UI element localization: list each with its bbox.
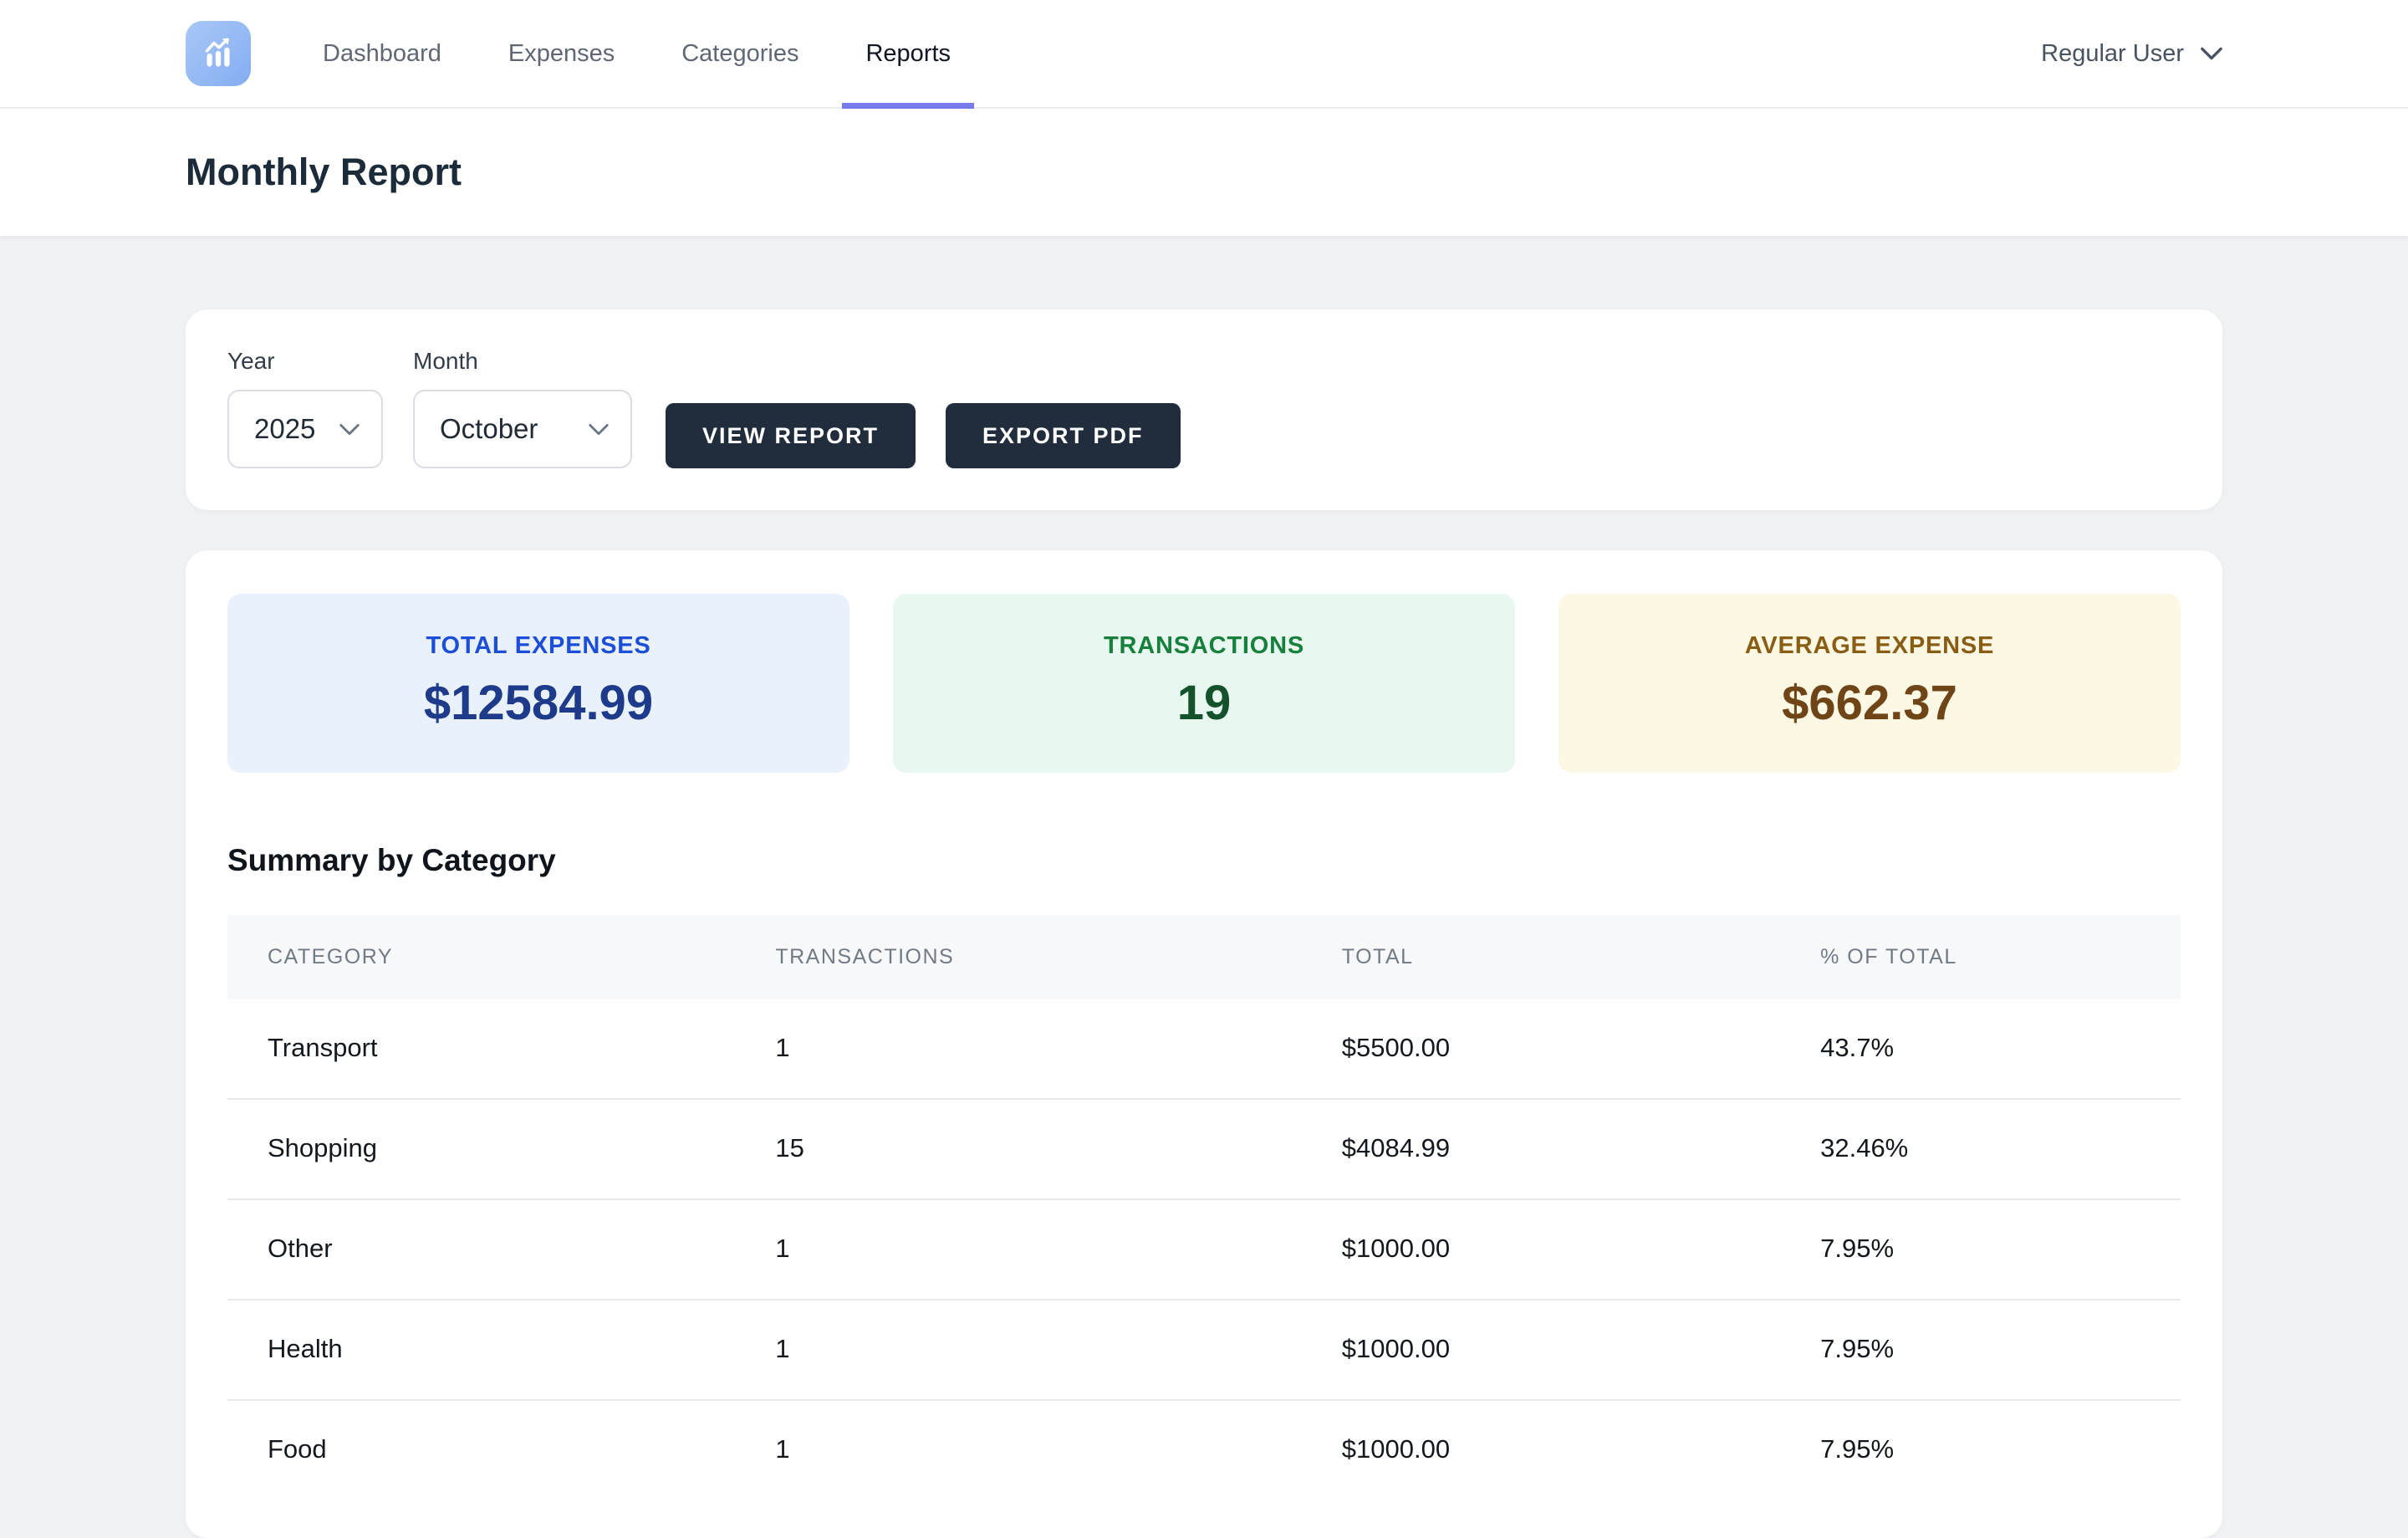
nav-item-dashboard[interactable]: Dashboard bbox=[289, 0, 475, 107]
cell-total: $1000.00 bbox=[1302, 1400, 1780, 1500]
year-field-group: Year 2025 bbox=[227, 348, 413, 468]
stat-label: TOTAL EXPENSES bbox=[227, 632, 849, 660]
column-header-category: CATEGORY bbox=[227, 915, 735, 999]
cell-transactions: 1 bbox=[735, 1300, 1301, 1400]
summary-table: CATEGORY TRANSACTIONS TOTAL % OF TOTAL T… bbox=[227, 915, 2181, 1500]
cell-category: Transport bbox=[227, 999, 735, 1099]
chevron-down-icon bbox=[339, 423, 360, 436]
stat-card-transactions: TRANSACTIONS 19 bbox=[893, 594, 1515, 773]
summary-heading: Summary by Category bbox=[227, 843, 2181, 878]
stat-label: TRANSACTIONS bbox=[893, 632, 1515, 660]
stat-value: 19 bbox=[893, 675, 1515, 731]
cell-total: $1000.00 bbox=[1302, 1300, 1780, 1400]
cell-total: $5500.00 bbox=[1302, 999, 1780, 1099]
export-pdf-button[interactable]: EXPORT PDF bbox=[946, 403, 1181, 468]
monthly-report-card: TOTAL EXPENSES $12584.99 TRANSACTIONS 19… bbox=[186, 550, 2222, 1538]
cell-category: Other bbox=[227, 1199, 735, 1300]
month-select-value: October bbox=[440, 413, 538, 445]
year-select-value: 2025 bbox=[254, 413, 315, 445]
cell-transactions: 15 bbox=[735, 1099, 1301, 1199]
cell-category: Health bbox=[227, 1300, 735, 1400]
nav-item-expenses[interactable]: Expenses bbox=[475, 0, 648, 107]
cell-pct: 43.7% bbox=[1780, 999, 2181, 1099]
nav-item-reports[interactable]: Reports bbox=[832, 0, 984, 107]
table-row: Other 1 $1000.00 7.95% bbox=[227, 1199, 2181, 1300]
cell-pct: 7.95% bbox=[1780, 1199, 2181, 1300]
page-title: Monthly Report bbox=[186, 151, 462, 194]
user-menu[interactable]: Regular User bbox=[2041, 40, 2222, 68]
bar-chart-trend-icon bbox=[197, 33, 239, 74]
cell-transactions: 1 bbox=[735, 999, 1301, 1099]
main-nav: Dashboard Expenses Categories Reports bbox=[289, 0, 984, 107]
year-select[interactable]: 2025 bbox=[227, 390, 383, 468]
stats-row: TOTAL EXPENSES $12584.99 TRANSACTIONS 19… bbox=[227, 594, 2181, 773]
app-logo[interactable] bbox=[186, 21, 251, 86]
month-label: Month bbox=[413, 348, 632, 375]
top-navigation-bar: Dashboard Expenses Categories Reports Re… bbox=[0, 0, 2408, 109]
table-row: Transport 1 $5500.00 43.7% bbox=[227, 999, 2181, 1099]
column-header-transactions: TRANSACTIONS bbox=[735, 915, 1301, 999]
cell-category: Shopping bbox=[227, 1099, 735, 1199]
chevron-down-icon bbox=[2201, 47, 2222, 60]
view-report-button[interactable]: VIEW REPORT bbox=[666, 403, 916, 468]
user-menu-label: Regular User bbox=[2041, 40, 2184, 68]
cell-pct: 7.95% bbox=[1780, 1400, 2181, 1500]
report-filter-card: Year 2025 Month October bbox=[186, 309, 2222, 510]
cell-transactions: 1 bbox=[735, 1400, 1301, 1500]
table-header-row: CATEGORY TRANSACTIONS TOTAL % OF TOTAL bbox=[227, 915, 2181, 999]
cell-pct: 7.95% bbox=[1780, 1300, 2181, 1400]
page-title-bar: Monthly Report bbox=[0, 109, 2408, 236]
stat-label: AVERAGE EXPENSE bbox=[1559, 632, 2181, 660]
cell-category: Food bbox=[227, 1400, 735, 1500]
column-header-total: TOTAL bbox=[1302, 915, 1780, 999]
table-row: Food 1 $1000.00 7.95% bbox=[227, 1400, 2181, 1500]
cell-total: $4084.99 bbox=[1302, 1099, 1780, 1199]
stat-card-average-expense: AVERAGE EXPENSE $662.37 bbox=[1559, 594, 2181, 773]
cell-pct: 32.46% bbox=[1780, 1099, 2181, 1199]
nav-item-categories[interactable]: Categories bbox=[648, 0, 832, 107]
column-header-pct-of-total: % OF TOTAL bbox=[1780, 915, 2181, 999]
table-row: Shopping 15 $4084.99 32.46% bbox=[227, 1099, 2181, 1199]
stat-card-total-expenses: TOTAL EXPENSES $12584.99 bbox=[227, 594, 849, 773]
stat-value: $662.37 bbox=[1559, 675, 2181, 731]
main-content: Year 2025 Month October bbox=[0, 236, 2408, 1538]
stat-value: $12584.99 bbox=[227, 675, 849, 731]
chevron-down-icon bbox=[589, 423, 609, 436]
year-label: Year bbox=[227, 348, 413, 375]
month-select[interactable]: October bbox=[413, 390, 632, 468]
month-field-group: Month October bbox=[413, 348, 632, 468]
cell-total: $1000.00 bbox=[1302, 1199, 1780, 1300]
cell-transactions: 1 bbox=[735, 1199, 1301, 1300]
table-row: Health 1 $1000.00 7.95% bbox=[227, 1300, 2181, 1400]
